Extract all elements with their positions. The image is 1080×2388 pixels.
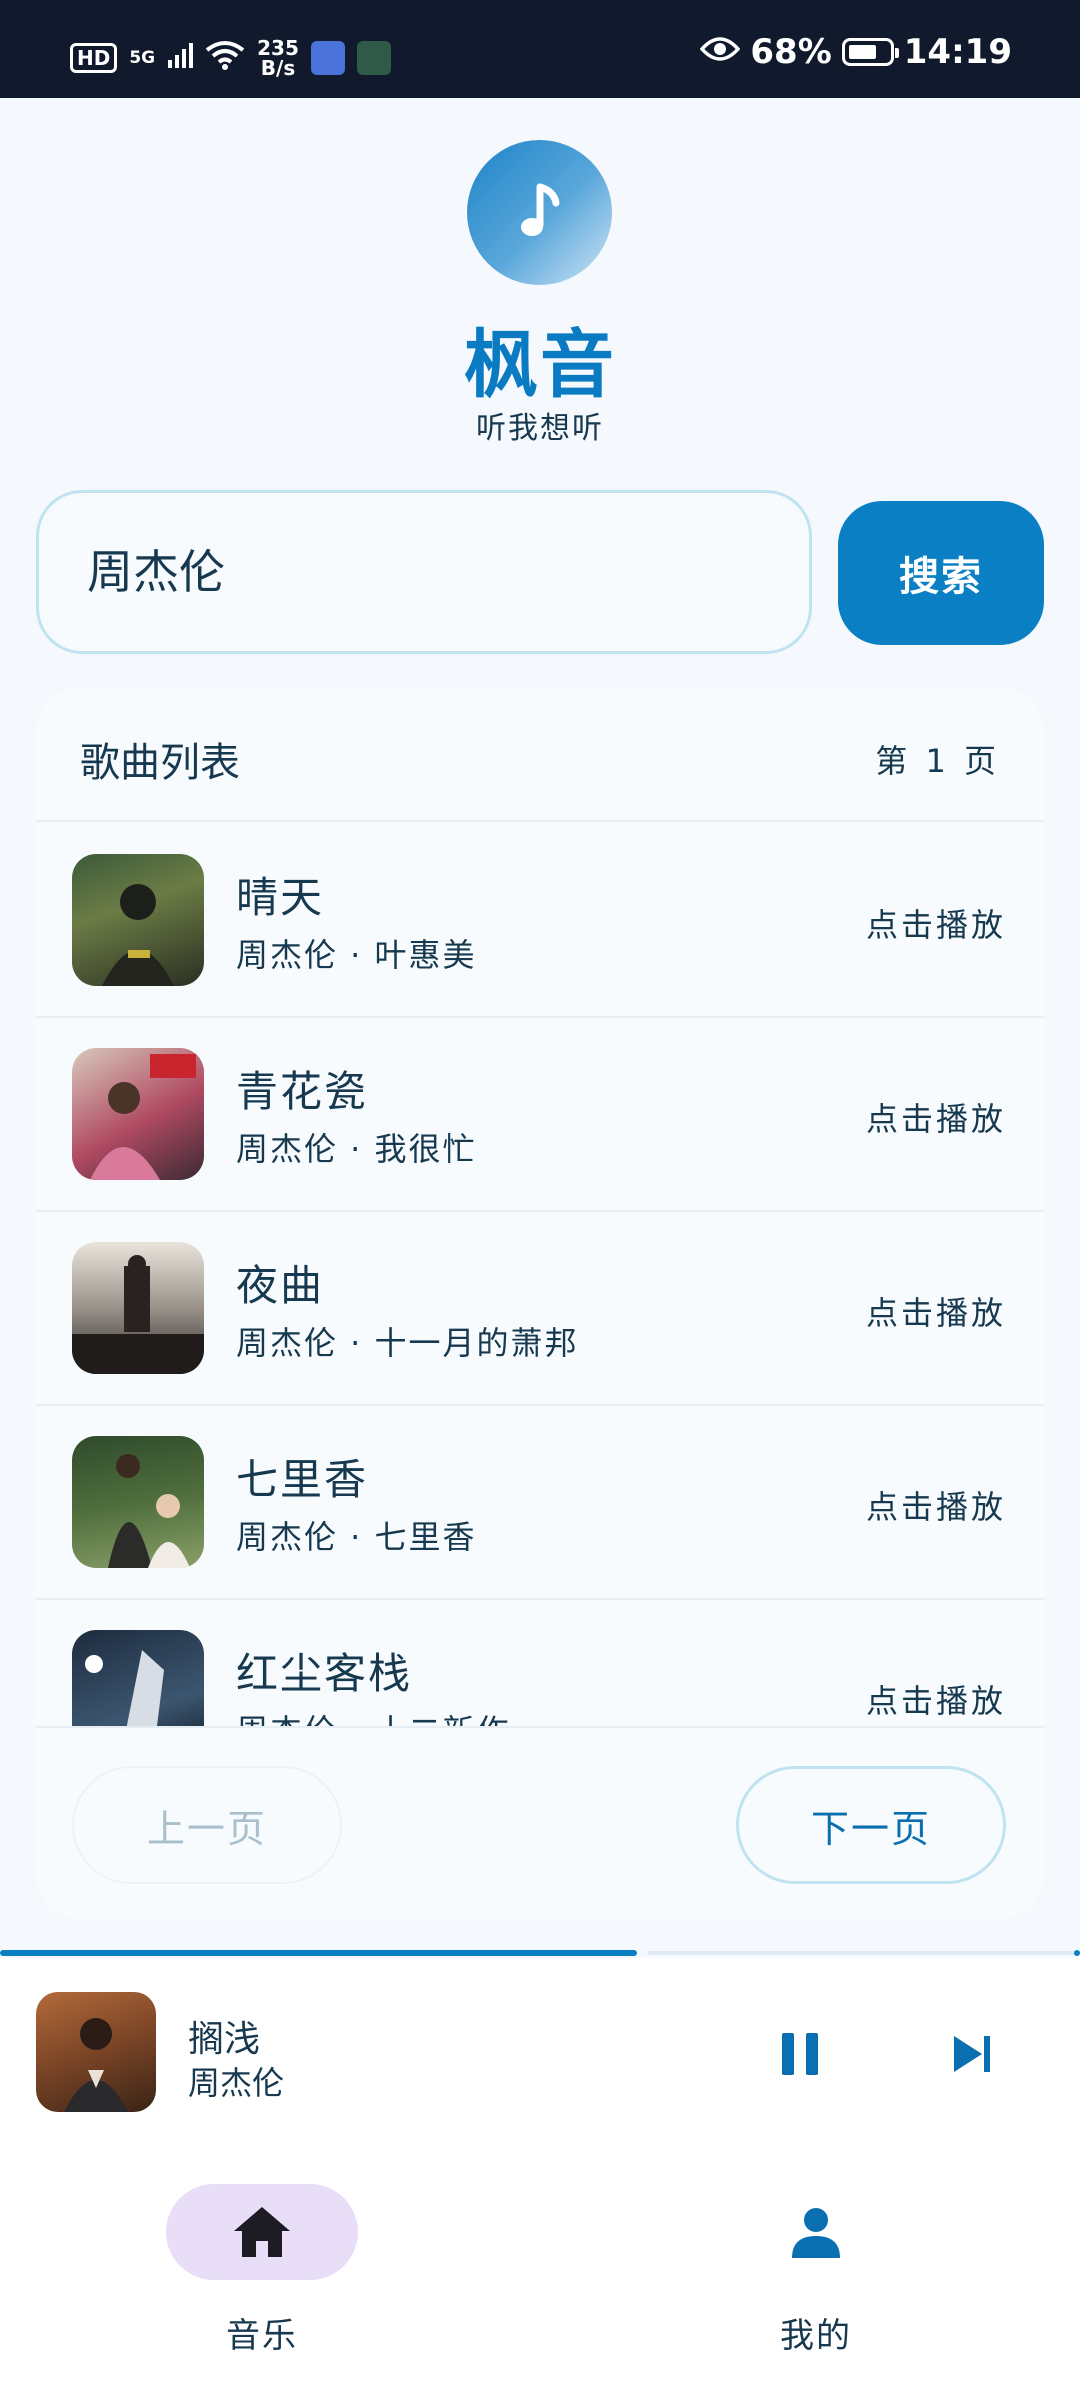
net-speed-value: 235 xyxy=(257,36,299,60)
progress-end-dot xyxy=(1074,1950,1080,1956)
song-subtitle: 周杰伦 · 我很忙 xyxy=(236,1130,477,1168)
album-cover xyxy=(72,854,204,986)
song-subtitle: 周杰伦 · 十二新作 xyxy=(236,1706,511,1726)
app-title: 枫音 xyxy=(464,322,616,408)
app-notification-icon xyxy=(310,41,345,75)
playback-progress[interactable] xyxy=(0,1950,1080,1956)
skip-next-icon xyxy=(954,2036,990,2072)
song-row[interactable]: 青花瓷 周杰伦 · 我很忙 点击播放 xyxy=(36,1016,1044,1212)
song-row[interactable]: 晴天 周杰伦 · 叶惠美 点击播放 xyxy=(36,822,1044,1018)
play-button[interactable]: 点击播放 xyxy=(866,1288,1006,1334)
album-cover xyxy=(72,1630,204,1726)
nav-item-music[interactable]: 音乐 xyxy=(162,2184,362,2356)
song-list-header: 歌曲列表 第 1 页 xyxy=(36,688,1044,822)
wifi-icon xyxy=(205,40,245,77)
net-speed-unit: B/s xyxy=(260,56,296,80)
song-subtitle: 周杰伦 · 十一月的萧邦 xyxy=(236,1324,579,1362)
album-cover xyxy=(72,1242,204,1374)
album-cover xyxy=(72,1048,204,1180)
home-icon xyxy=(234,2207,290,2257)
battery-icon xyxy=(841,38,899,66)
hd-indicator: HD xyxy=(70,43,118,73)
battery-percent: 68% xyxy=(750,32,832,72)
song-title: 红尘客栈 xyxy=(236,1649,413,1698)
progress-fill xyxy=(0,1950,638,1956)
list-divider xyxy=(36,1726,1044,1728)
song-list-title: 歌曲列表 xyxy=(80,740,240,786)
now-playing-bar[interactable]: 搁浅 周杰伦 xyxy=(0,1958,1080,2148)
prev-page-button[interactable]: 上一页 xyxy=(72,1766,342,1884)
search-input[interactable]: 周杰伦 xyxy=(36,490,812,654)
song-list-panel: 歌曲列表 第 1 页 晴天 周杰伦 · 叶惠美 点击播放 青花瓷 周杰伦 · 我… xyxy=(36,688,1044,1918)
song-list[interactable]: 晴天 周杰伦 · 叶惠美 点击播放 青花瓷 周杰伦 · 我很忙 点击播放 夜曲 … xyxy=(36,822,1044,1726)
nav-active-indicator xyxy=(166,2184,358,2280)
song-row[interactable]: 红尘客栈 周杰伦 · 十二新作 点击播放 xyxy=(36,1598,1044,1726)
play-button[interactable]: 点击播放 xyxy=(866,900,1006,946)
net-speed: 235 B/s xyxy=(257,38,299,78)
nav-icon-wrap xyxy=(720,2184,912,2280)
song-row[interactable]: 七里香 周杰伦 · 七里香 点击播放 xyxy=(36,1404,1044,1600)
album-cover xyxy=(72,1436,204,1568)
app-tagline: 听我想听 xyxy=(476,411,604,446)
search-button[interactable]: 搜索 xyxy=(838,501,1044,645)
now-playing-cover xyxy=(36,1992,156,2112)
play-button[interactable]: 点击播放 xyxy=(866,1094,1006,1140)
network-type: 5G xyxy=(129,48,156,68)
song-title: 晴天 xyxy=(236,873,325,922)
song-subtitle: 周杰伦 · 叶惠美 xyxy=(236,936,477,974)
person-icon xyxy=(792,2208,840,2258)
pause-button[interactable] xyxy=(770,2024,830,2084)
status-bar: HD 5G 235 B/s 68% 14:19 xyxy=(0,0,1080,98)
eye-icon xyxy=(700,32,741,72)
bottom-navigation: 音乐 我的 xyxy=(0,2148,1080,2388)
nav-label: 音乐 xyxy=(226,2316,298,2356)
song-title: 夜曲 xyxy=(236,1261,325,1310)
skip-next-button[interactable] xyxy=(942,2024,1002,2084)
song-title: 青花瓷 xyxy=(236,1067,369,1116)
nav-item-mine[interactable]: 我的 xyxy=(716,2184,916,2356)
signal-icon xyxy=(167,42,194,75)
now-playing-artist: 周杰伦 xyxy=(188,2064,285,2102)
play-button[interactable]: 点击播放 xyxy=(866,1676,1006,1722)
pause-icon xyxy=(782,2033,818,2075)
page-indicator: 第 1 页 xyxy=(875,742,1000,780)
nav-label: 我的 xyxy=(780,2316,852,2356)
song-title: 七里香 xyxy=(236,1455,369,1504)
next-page-button[interactable]: 下一页 xyxy=(736,1766,1006,1884)
play-button[interactable]: 点击播放 xyxy=(866,1482,1006,1528)
app-logo xyxy=(467,140,612,285)
avatar-notification-icon xyxy=(356,41,391,75)
music-note-icon xyxy=(520,183,559,236)
now-playing-title: 搁浅 xyxy=(188,2019,261,2060)
song-subtitle: 周杰伦 · 七里香 xyxy=(236,1518,477,1556)
clock: 14:19 xyxy=(903,32,1012,72)
progress-track xyxy=(648,1951,1080,1955)
song-row[interactable]: 夜曲 周杰伦 · 十一月的萧邦 点击播放 xyxy=(36,1210,1044,1406)
